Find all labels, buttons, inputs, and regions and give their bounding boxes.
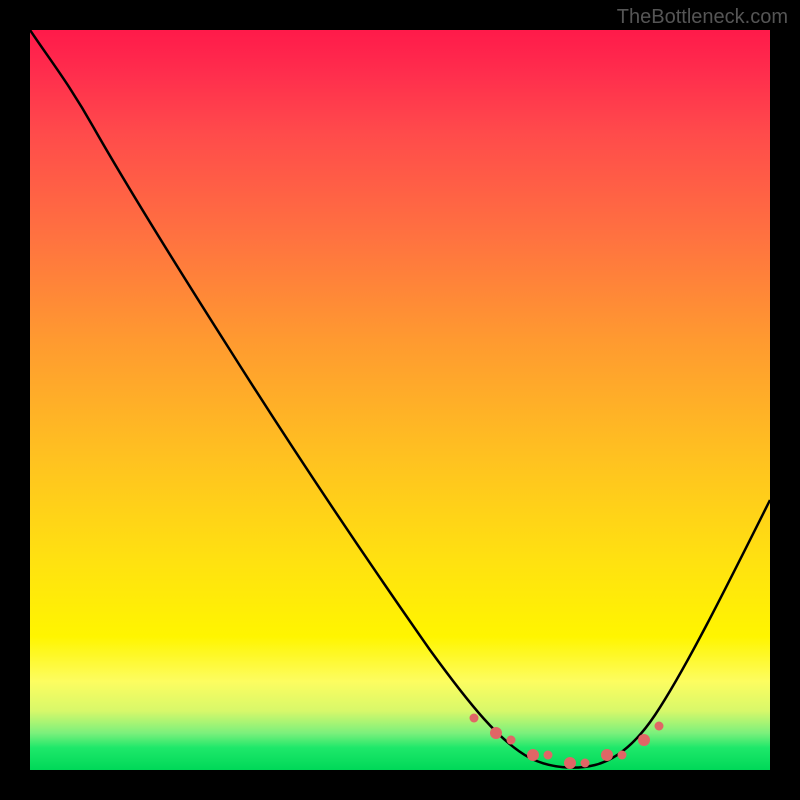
bead-point	[618, 751, 627, 760]
bead-point	[655, 721, 664, 730]
bead-point	[581, 758, 590, 767]
optimal-beads-group	[30, 30, 770, 770]
bead-point	[601, 749, 613, 761]
bead-point	[638, 734, 650, 746]
bead-point	[564, 757, 576, 769]
bead-point	[490, 727, 502, 739]
plot-area	[30, 30, 770, 770]
bead-point	[470, 714, 479, 723]
bead-point	[507, 736, 516, 745]
bead-point	[544, 751, 553, 760]
bead-point	[527, 749, 539, 761]
watermark-text: TheBottleneck.com	[617, 6, 788, 29]
